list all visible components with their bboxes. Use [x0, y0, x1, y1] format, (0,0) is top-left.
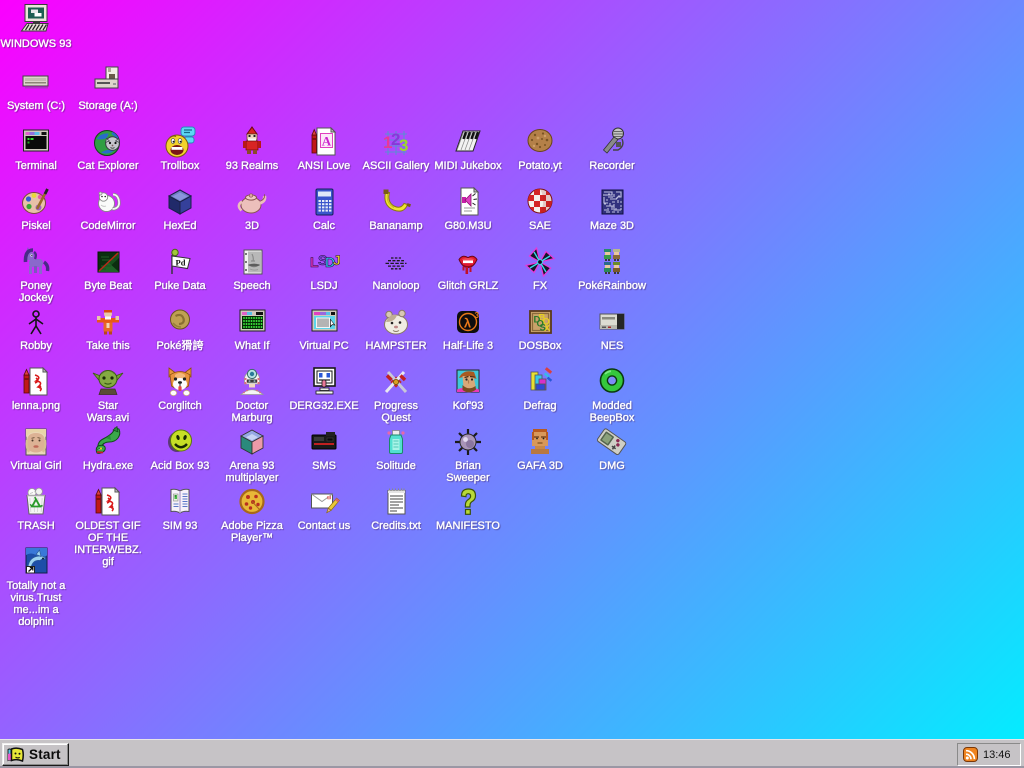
- svg-text:Pd: Pd: [176, 258, 186, 268]
- svg-text:S: S: [540, 323, 546, 334]
- svg-text:A: A: [322, 134, 332, 149]
- svg-text:λ: λ: [464, 316, 472, 331]
- svg-text:3: 3: [399, 136, 408, 155]
- svg-text:J: J: [333, 252, 340, 268]
- svg-text:3: 3: [475, 311, 480, 320]
